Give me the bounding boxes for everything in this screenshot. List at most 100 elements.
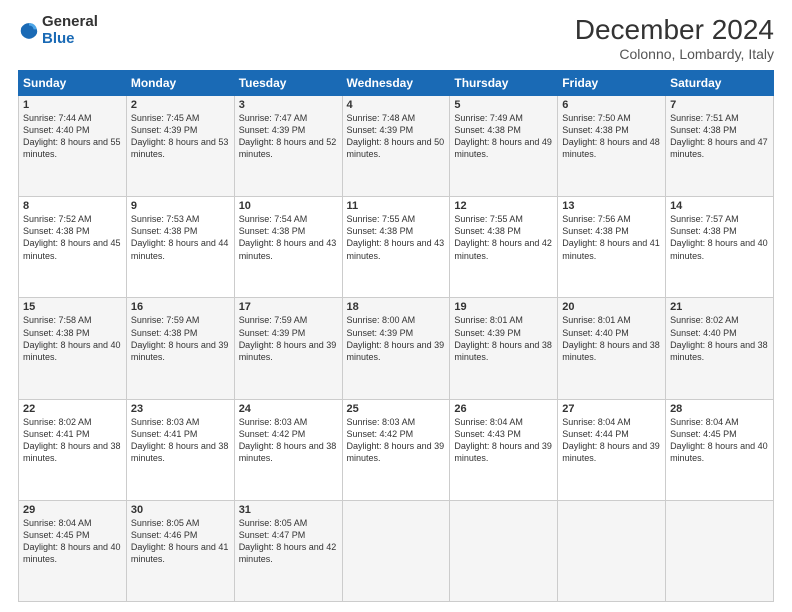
day-number: 28 [670, 403, 769, 415]
day-cell: 29Sunrise: 8:04 AMSunset: 4:45 PMDayligh… [19, 500, 127, 601]
day-number: 20 [562, 301, 661, 313]
day-number: 3 [239, 99, 338, 111]
day-number: 15 [23, 301, 122, 313]
day-cell: 7Sunrise: 7:51 AMSunset: 4:38 PMDaylight… [666, 96, 774, 197]
week-row: 8Sunrise: 7:52 AMSunset: 4:38 PMDaylight… [19, 197, 774, 298]
day-cell: 21Sunrise: 8:02 AMSunset: 4:40 PMDayligh… [666, 298, 774, 399]
day-info: Sunrise: 7:50 AMSunset: 4:38 PMDaylight:… [562, 112, 661, 161]
day-cell: 13Sunrise: 7:56 AMSunset: 4:38 PMDayligh… [558, 197, 666, 298]
logo-blue: Blue [42, 31, 98, 48]
header-cell-saturday: Saturday [666, 71, 774, 96]
day-number: 8 [23, 200, 122, 212]
day-number: 5 [454, 99, 553, 111]
day-cell: 27Sunrise: 8:04 AMSunset: 4:44 PMDayligh… [558, 399, 666, 500]
day-info: Sunrise: 8:01 AMSunset: 4:40 PMDaylight:… [562, 314, 661, 363]
day-cell: 31Sunrise: 8:05 AMSunset: 4:47 PMDayligh… [234, 500, 342, 601]
day-info: Sunrise: 7:49 AMSunset: 4:38 PMDaylight:… [454, 112, 553, 161]
day-number: 24 [239, 403, 338, 415]
day-cell: 20Sunrise: 8:01 AMSunset: 4:40 PMDayligh… [558, 298, 666, 399]
day-cell: 12Sunrise: 7:55 AMSunset: 4:38 PMDayligh… [450, 197, 558, 298]
day-cell: 14Sunrise: 7:57 AMSunset: 4:38 PMDayligh… [666, 197, 774, 298]
subtitle: Colonno, Lombardy, Italy [575, 46, 774, 62]
day-info: Sunrise: 8:04 AMSunset: 4:45 PMDaylight:… [670, 416, 769, 465]
day-cell: 30Sunrise: 8:05 AMSunset: 4:46 PMDayligh… [126, 500, 234, 601]
month-title: December 2024 [575, 14, 774, 46]
day-cell: 8Sunrise: 7:52 AMSunset: 4:38 PMDaylight… [19, 197, 127, 298]
day-cell [342, 500, 450, 601]
week-row: 15Sunrise: 7:58 AMSunset: 4:38 PMDayligh… [19, 298, 774, 399]
day-info: Sunrise: 7:48 AMSunset: 4:39 PMDaylight:… [347, 112, 446, 161]
day-info: Sunrise: 8:01 AMSunset: 4:39 PMDaylight:… [454, 314, 553, 363]
day-info: Sunrise: 8:02 AMSunset: 4:41 PMDaylight:… [23, 416, 122, 465]
day-number: 26 [454, 403, 553, 415]
day-info: Sunrise: 7:53 AMSunset: 4:38 PMDaylight:… [131, 213, 230, 262]
day-number: 17 [239, 301, 338, 313]
day-info: Sunrise: 7:47 AMSunset: 4:39 PMDaylight:… [239, 112, 338, 161]
day-number: 21 [670, 301, 769, 313]
day-cell: 11Sunrise: 7:55 AMSunset: 4:38 PMDayligh… [342, 197, 450, 298]
day-info: Sunrise: 8:03 AMSunset: 4:41 PMDaylight:… [131, 416, 230, 465]
day-number: 22 [23, 403, 122, 415]
day-number: 18 [347, 301, 446, 313]
day-cell: 15Sunrise: 7:58 AMSunset: 4:38 PMDayligh… [19, 298, 127, 399]
logo-general: General [42, 14, 98, 31]
day-number: 31 [239, 504, 338, 516]
day-cell: 4Sunrise: 7:48 AMSunset: 4:39 PMDaylight… [342, 96, 450, 197]
logo-text: General Blue [42, 14, 98, 47]
day-cell [450, 500, 558, 601]
logo-icon [18, 20, 40, 42]
day-number: 9 [131, 200, 230, 212]
day-info: Sunrise: 8:04 AMSunset: 4:45 PMDaylight:… [23, 517, 122, 566]
day-info: Sunrise: 7:45 AMSunset: 4:39 PMDaylight:… [131, 112, 230, 161]
day-number: 30 [131, 504, 230, 516]
day-number: 13 [562, 200, 661, 212]
day-number: 12 [454, 200, 553, 212]
calendar-body: 1Sunrise: 7:44 AMSunset: 4:40 PMDaylight… [19, 96, 774, 602]
header-cell-friday: Friday [558, 71, 666, 96]
day-info: Sunrise: 8:03 AMSunset: 4:42 PMDaylight:… [239, 416, 338, 465]
header-cell-wednesday: Wednesday [342, 71, 450, 96]
day-info: Sunrise: 7:57 AMSunset: 4:38 PMDaylight:… [670, 213, 769, 262]
day-cell: 26Sunrise: 8:04 AMSunset: 4:43 PMDayligh… [450, 399, 558, 500]
day-number: 25 [347, 403, 446, 415]
day-info: Sunrise: 8:02 AMSunset: 4:40 PMDaylight:… [670, 314, 769, 363]
page: General Blue December 2024 Colonno, Lomb… [0, 0, 792, 612]
day-info: Sunrise: 7:52 AMSunset: 4:38 PMDaylight:… [23, 213, 122, 262]
day-cell: 28Sunrise: 8:04 AMSunset: 4:45 PMDayligh… [666, 399, 774, 500]
day-cell: 19Sunrise: 8:01 AMSunset: 4:39 PMDayligh… [450, 298, 558, 399]
header-cell-sunday: Sunday [19, 71, 127, 96]
day-number: 16 [131, 301, 230, 313]
day-cell: 1Sunrise: 7:44 AMSunset: 4:40 PMDaylight… [19, 96, 127, 197]
day-number: 14 [670, 200, 769, 212]
day-info: Sunrise: 7:54 AMSunset: 4:38 PMDaylight:… [239, 213, 338, 262]
week-row: 29Sunrise: 8:04 AMSunset: 4:45 PMDayligh… [19, 500, 774, 601]
calendar-header: SundayMondayTuesdayWednesdayThursdayFrid… [19, 71, 774, 96]
logo: General Blue [18, 14, 98, 47]
day-info: Sunrise: 7:59 AMSunset: 4:38 PMDaylight:… [131, 314, 230, 363]
day-info: Sunrise: 7:55 AMSunset: 4:38 PMDaylight:… [454, 213, 553, 262]
day-number: 7 [670, 99, 769, 111]
header-cell-monday: Monday [126, 71, 234, 96]
day-info: Sunrise: 7:44 AMSunset: 4:40 PMDaylight:… [23, 112, 122, 161]
day-info: Sunrise: 8:04 AMSunset: 4:43 PMDaylight:… [454, 416, 553, 465]
day-number: 10 [239, 200, 338, 212]
calendar-table: SundayMondayTuesdayWednesdayThursdayFrid… [18, 70, 774, 602]
day-number: 6 [562, 99, 661, 111]
day-info: Sunrise: 8:00 AMSunset: 4:39 PMDaylight:… [347, 314, 446, 363]
week-row: 1Sunrise: 7:44 AMSunset: 4:40 PMDaylight… [19, 96, 774, 197]
day-cell: 24Sunrise: 8:03 AMSunset: 4:42 PMDayligh… [234, 399, 342, 500]
day-number: 11 [347, 200, 446, 212]
day-cell: 23Sunrise: 8:03 AMSunset: 4:41 PMDayligh… [126, 399, 234, 500]
day-cell: 6Sunrise: 7:50 AMSunset: 4:38 PMDaylight… [558, 96, 666, 197]
day-info: Sunrise: 8:04 AMSunset: 4:44 PMDaylight:… [562, 416, 661, 465]
day-number: 27 [562, 403, 661, 415]
day-cell: 18Sunrise: 8:00 AMSunset: 4:39 PMDayligh… [342, 298, 450, 399]
day-cell: 9Sunrise: 7:53 AMSunset: 4:38 PMDaylight… [126, 197, 234, 298]
day-cell: 22Sunrise: 8:02 AMSunset: 4:41 PMDayligh… [19, 399, 127, 500]
day-cell: 25Sunrise: 8:03 AMSunset: 4:42 PMDayligh… [342, 399, 450, 500]
day-number: 2 [131, 99, 230, 111]
day-info: Sunrise: 7:58 AMSunset: 4:38 PMDaylight:… [23, 314, 122, 363]
day-cell: 10Sunrise: 7:54 AMSunset: 4:38 PMDayligh… [234, 197, 342, 298]
day-info: Sunrise: 7:55 AMSunset: 4:38 PMDaylight:… [347, 213, 446, 262]
week-row: 22Sunrise: 8:02 AMSunset: 4:41 PMDayligh… [19, 399, 774, 500]
